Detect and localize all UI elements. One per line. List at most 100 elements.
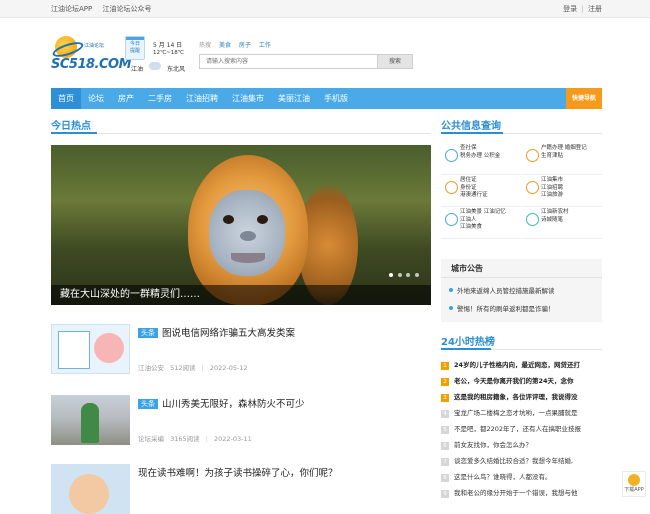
nav-item-forum[interactable]: 论坛 [81, 88, 111, 109]
service-line[interactable]: 江油旅游 [541, 192, 563, 198]
document-icon [445, 181, 458, 194]
slider-dot[interactable] [406, 273, 411, 277]
article-item[interactable]: 头条 图说电信网络诈骗五大高发类案 江油公安 512阅读 | 2022-05-12 [51, 324, 431, 374]
nav-item-beautiful[interactable]: 美丽江油 [271, 88, 317, 109]
service-line[interactable]: 港澳通行证 [460, 192, 488, 198]
hot-search-label: 热搜 [199, 42, 212, 49]
article-date: 2022-03-11 [213, 435, 252, 443]
service-line[interactable]: 江油美景 江油记忆 [460, 209, 506, 215]
service-cell-residence[interactable]: 居住证身份证 港澳通行证 [441, 175, 521, 207]
app-link[interactable]: 江油论坛APP [51, 5, 92, 13]
hot-list-item[interactable]: 1 24岁的儿子性格内向，最近网恋，网贷还打 [441, 359, 602, 370]
article-views: 512阅读 [170, 364, 196, 372]
hot-list-item[interactable]: 4 宝龙广场二楼梅之恋才坑哟，一点果脯就是 [441, 407, 602, 418]
nav-item-realestate[interactable]: 房产 [111, 88, 141, 109]
today-hot-divider [51, 132, 431, 134]
hot-list-item[interactable]: 6 前女友找你，你会怎么办？ [441, 439, 602, 450]
article-meta: 论坛采编 3165阅读 | 2022-03-11 [138, 433, 252, 443]
article-views: 3165阅读 [170, 435, 200, 443]
hot-list-item[interactable]: 9 我和老公的缘分开始于一个错误，我想与他 [441, 487, 602, 498]
article-thumbnail[interactable] [51, 324, 130, 374]
article-thumbnail[interactable] [51, 395, 130, 445]
article-title[interactable]: 现在读书难啊！为孩子读书操碎了心，你们呢？ [138, 465, 338, 479]
hot-word[interactable]: 美食 [219, 42, 231, 49]
top-bar: 江油论坛APP 江油论坛公众号 登录 | 注册 [0, 0, 650, 18]
article-item[interactable]: 现在读书难啊！为孩子读书操碎了心，你们呢？ [51, 464, 431, 514]
quick-nav-button[interactable]: 快捷导航 [566, 88, 602, 109]
notice-divider [441, 277, 602, 278]
hot-item-title: 前女友找你，你会怎么办？ [454, 441, 532, 449]
nav-item-home[interactable]: 首页 [51, 88, 81, 109]
nav-item-market[interactable]: 江油集市 [225, 88, 271, 109]
meta-separator: | [205, 435, 208, 443]
article-source: 论坛采编 [138, 435, 164, 443]
wechat-link[interactable]: 江油论坛公众号 [102, 5, 151, 13]
rank-badge: 9 [441, 490, 449, 498]
download-app-button[interactable]: 下载APP [622, 471, 646, 497]
weather-date: 5 月 14 日 [153, 42, 183, 49]
weather-wind: 东北风 [167, 66, 186, 73]
service-line[interactable]: 查社保 [460, 145, 477, 151]
service-cell-social-security[interactable]: 查社保税务办理 公积金 [441, 143, 521, 175]
slider-dot[interactable] [389, 273, 394, 277]
rank-badge: 7 [441, 458, 449, 466]
service-cell-household[interactable]: 户籍办理 婚姻登记 生育津贴 [522, 143, 602, 175]
hot-list-item[interactable]: 8 这是什么鸟？谁晓得，人都没有。 [441, 471, 602, 482]
monkey-mouth [231, 253, 265, 263]
article-thumbnail[interactable] [51, 464, 130, 514]
auth-divider: | [581, 5, 584, 13]
rank-badge: 4 [441, 410, 449, 418]
service-line[interactable]: 江油美食 [460, 224, 482, 230]
service-line[interactable]: 江油招聘 [541, 185, 563, 191]
nav-item-secondhand[interactable]: 二手房 [141, 88, 179, 109]
service-line[interactable]: 税务办理 公积金 [460, 153, 500, 159]
slider-caption[interactable]: 藏在大山深处的一群精灵们…… [51, 285, 431, 305]
service-cell-market[interactable]: 江油集市江油招聘 江油旅游 [522, 175, 602, 207]
service-text: 江油美景 江油记忆 江油人 江油美食 [460, 209, 506, 232]
article-title[interactable]: 头条 山川秀美无限好，森林防火不可少 [138, 396, 305, 410]
cloud-icon [149, 62, 161, 70]
service-cell-countryside[interactable]: 江油新农村 诗城随笔 [522, 207, 602, 239]
notice-item[interactable]: 外地来返绵人员管控措施最新解读 [449, 285, 555, 295]
service-line[interactable]: 居住证 [460, 177, 477, 183]
nav-item-jobs[interactable]: 江油招聘 [179, 88, 225, 109]
service-grid: 查社保税务办理 公积金 户籍办理 婚姻登记 生育津贴 居住证身份证 港澳通行证 江油… [441, 143, 602, 241]
login-link[interactable]: 登录 [563, 5, 577, 13]
hero-slider[interactable]: 藏在大山深处的一群精灵们…… [51, 145, 431, 305]
search-input[interactable] [200, 55, 370, 68]
service-text: 江油集市江油招聘 江油旅游 [541, 177, 563, 200]
service-line[interactable]: 江油新农村 [541, 209, 569, 215]
article-meta: 江油公安 512阅读 | 2022-05-12 [138, 362, 248, 372]
nav-item-mobile[interactable]: 手机版 [317, 88, 355, 109]
search-button[interactable]: 搜索 [377, 54, 413, 69]
hot-word[interactable]: 工作 [259, 42, 271, 49]
service-line[interactable]: 户籍办理 婚姻登记 [541, 145, 587, 151]
site-logo[interactable]: 江油论坛 SC518.COM [51, 36, 132, 72]
hot-word[interactable]: 房子 [239, 42, 251, 49]
service-line[interactable]: 诗城随笔 [541, 217, 563, 223]
service-line[interactable]: 生育津贴 [541, 153, 563, 159]
hot-list-item[interactable]: 2 老公，今天是你离开我们的第24天，念你 [441, 375, 602, 386]
shield-icon [445, 149, 458, 162]
article-title[interactable]: 头条 图说电信网络诈骗五大高发类案 [138, 325, 295, 339]
slider-dot[interactable] [397, 273, 402, 277]
hot-list-item[interactable]: 5 不是吧，都2202年了，还有人在搞职业技报 [441, 423, 602, 434]
slider-dot[interactable] [415, 273, 419, 277]
notice-item[interactable]: 警惕！所有的刷单返利都是诈骗！ [449, 303, 555, 313]
hot-item-title: 我和老公的缘分开始于一个错误，我想与他 [454, 489, 578, 497]
hot-list-item[interactable]: 7 谈恋爱多久结婚比较合适？我想今年结婚, [441, 455, 602, 466]
article-item[interactable]: 头条 山川秀美无限好，森林防火不可少 论坛采编 3165阅读 | 2022-03-… [51, 395, 431, 445]
service-cell-scenery[interactable]: 江油美景 江油记忆 江油人 江油美食 [441, 207, 521, 239]
weather-temp: 12℃~18℃ [153, 50, 184, 56]
hot-item-title: 24岁的儿子性格内向，最近网恋，网贷还打 [454, 361, 581, 369]
hot-list-item[interactable]: 3 这是我的租房籍象，各位评评理，我说得没 [441, 391, 602, 402]
service-line[interactable]: 江油人 [460, 217, 477, 223]
top-links: 江油论坛APP 江油论坛公众号 [51, 4, 159, 14]
calendar-line-1: 今日 [129, 41, 140, 47]
service-line[interactable]: 身份证 [460, 185, 477, 191]
search-button-label: 搜索 [388, 58, 401, 65]
hot24-divider [441, 348, 602, 350]
service-line[interactable]: 江油集市 [541, 177, 563, 183]
register-link[interactable]: 注册 [588, 5, 602, 13]
logo-tagline: 江油论坛 [84, 43, 105, 49]
